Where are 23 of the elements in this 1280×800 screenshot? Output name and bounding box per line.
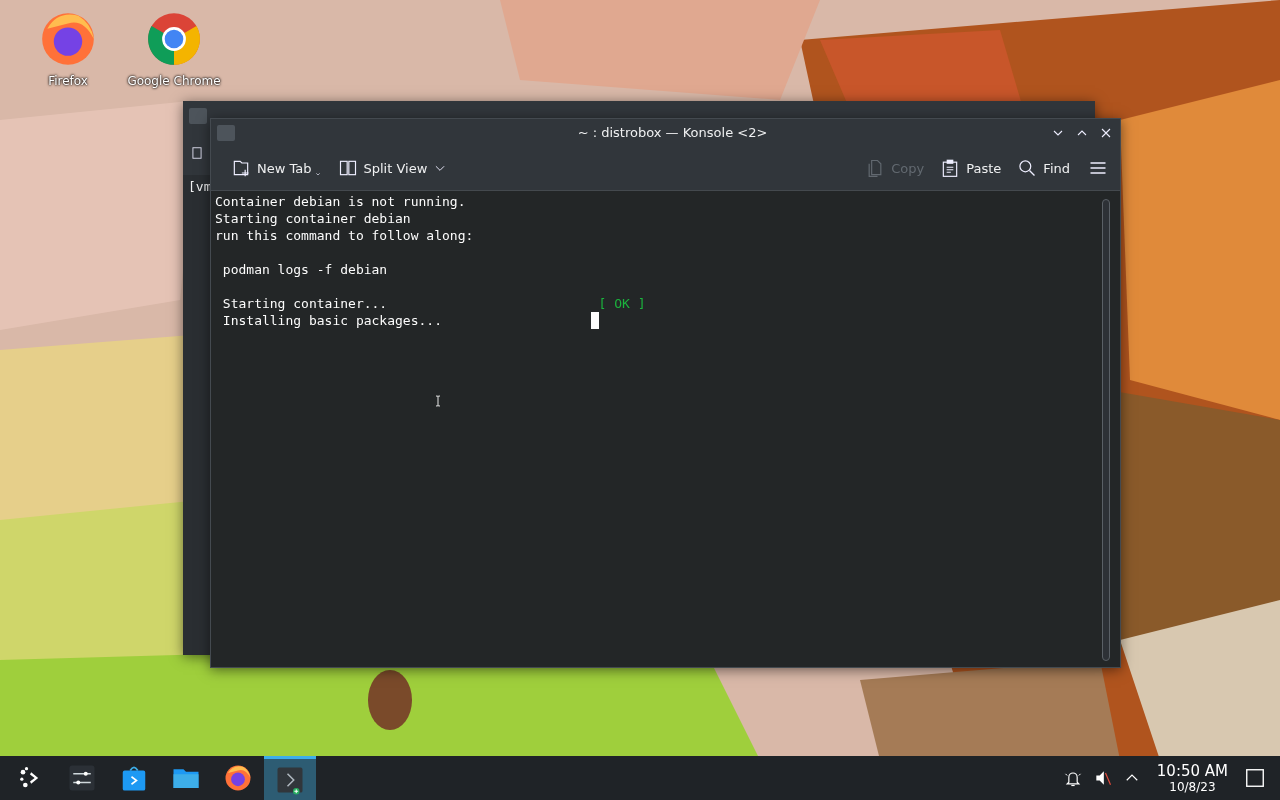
- terminal-line: Installing basic packages...: [221, 312, 442, 329]
- terminal-line: Starting container debian: [215, 210, 411, 227]
- split-view-button[interactable]: Split View: [331, 154, 454, 182]
- sliders-icon[interactable]: [67, 763, 97, 793]
- window-title: ~ : distrobox — Konsole <2>: [576, 125, 769, 140]
- terminal-line: Starting container...: [221, 295, 388, 312]
- terminal-line: Container debian is not running.: [215, 193, 466, 210]
- status-text: [ OK ]: [598, 295, 646, 312]
- scrollbar[interactable]: [1102, 199, 1110, 661]
- terminal-line: run this command to follow along:: [215, 227, 474, 244]
- clock-time[interactable]: 10:50 AM: [1156, 762, 1228, 780]
- show-desktop-icon[interactable]: [1244, 767, 1266, 789]
- clock-date[interactable]: 10/8/23: [1169, 780, 1216, 794]
- new-tab-icon: [231, 158, 251, 178]
- caret-icon: [313, 170, 322, 178]
- paste-button[interactable]: Paste: [934, 154, 1008, 182]
- find-button[interactable]: Find: [1011, 154, 1076, 182]
- new-tab-button[interactable]: New Tab: [225, 154, 328, 182]
- terminal-line: podman logs -f debian: [221, 261, 388, 278]
- firefox-icon: [223, 763, 253, 793]
- document-icon[interactable]: [190, 144, 204, 162]
- terminal-panel[interactable]: Container debian is not running. Starting container debian run this command to follow along: podman logs -f debian Starting container... [ OK ] Installing basic packages...: [211, 191, 1120, 667]
- columns-icon: [337, 158, 358, 178]
